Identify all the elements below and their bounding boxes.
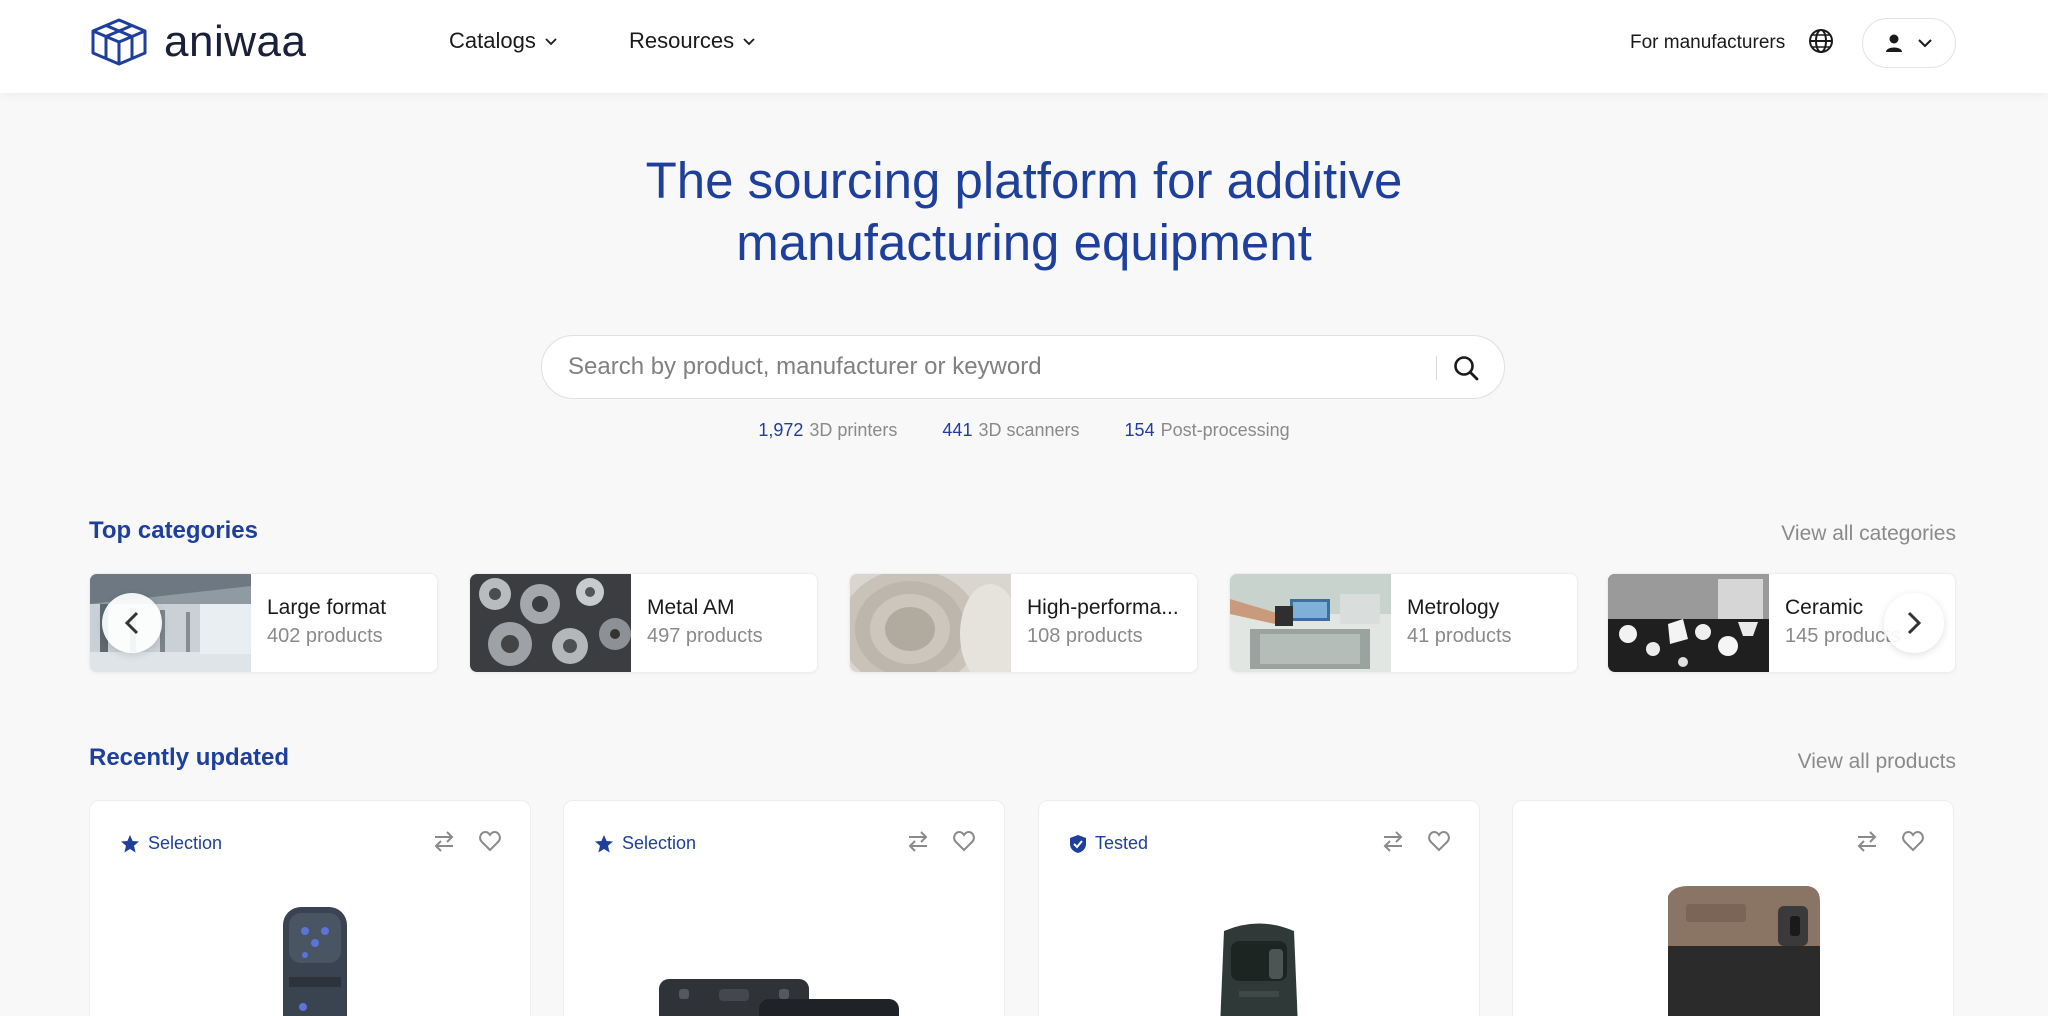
stat-3d-scanners[interactable]: 441 3D scanners xyxy=(942,420,1079,441)
product-image-desktop-scanner xyxy=(659,979,899,1016)
product-image-einscan-scanner xyxy=(1668,886,1820,1016)
nav-resources[interactable]: Resources xyxy=(629,28,756,54)
heart-icon[interactable] xyxy=(1901,829,1925,853)
tested-badge: Tested xyxy=(1069,833,1148,854)
category-count: 145 products xyxy=(1785,625,1901,647)
hero-title: The sourcing platform for additive manuf… xyxy=(524,150,1524,274)
card-actions xyxy=(1855,829,1925,853)
view-all-categories-link[interactable]: View all categories xyxy=(1781,522,1956,546)
category-name: Ceramic xyxy=(1785,596,1864,619)
brand-name: aniwaa xyxy=(164,17,307,66)
stat-label: Post-processing xyxy=(1160,420,1290,440)
hero-title-line2: manufacturing equipment xyxy=(736,214,1312,271)
user-icon xyxy=(1886,34,1902,52)
selection-badge: Selection xyxy=(120,833,222,854)
search-bar xyxy=(541,335,1505,399)
compare-icon[interactable] xyxy=(432,829,456,853)
search-divider xyxy=(1436,356,1437,380)
globe-icon[interactable] xyxy=(1808,28,1834,54)
category-image-metal-parts xyxy=(470,574,631,672)
badge-label: Selection xyxy=(148,833,223,853)
brand-logo[interactable]: aniwaa xyxy=(88,17,306,67)
category-count: 402 products xyxy=(267,625,383,647)
star-icon xyxy=(595,834,613,852)
chevron-left-icon xyxy=(124,611,139,635)
catalog-stats: 1,972 3D printers 441 3D scanners 154 Post-… xyxy=(0,420,2048,441)
star-icon xyxy=(121,834,139,852)
category-name: High-performa... xyxy=(1027,596,1179,619)
site-header: aniwaa Catalogs Resources For manufactur… xyxy=(0,0,2048,93)
hero-title-line1: The sourcing platform for additive xyxy=(645,152,1403,209)
compare-icon[interactable] xyxy=(906,829,930,853)
categories-carousel: Large format 402 products Metal AM 497 p… xyxy=(89,573,1959,673)
nav-resources-label: Resources xyxy=(629,28,735,53)
chevron-right-icon xyxy=(1907,611,1922,635)
carousel-next-button[interactable] xyxy=(1884,593,1944,653)
chevron-down-icon xyxy=(545,38,557,46)
category-count: 108 products xyxy=(1027,625,1143,647)
chevron-down-icon xyxy=(743,38,755,46)
view-all-products-link[interactable]: View all products xyxy=(1798,750,1956,774)
category-card-metrology[interactable]: Metrology 41 products xyxy=(1229,573,1578,673)
badge-label: Tested xyxy=(1095,833,1149,853)
heart-icon[interactable] xyxy=(478,829,502,853)
selection-badge: Selection xyxy=(594,833,696,854)
cube-logo-icon xyxy=(91,18,147,66)
carousel-prev-button[interactable] xyxy=(102,593,162,653)
card-actions xyxy=(432,829,502,853)
product-card[interactable]: Selection xyxy=(89,800,531,1016)
category-image-ceramic-parts xyxy=(1608,574,1769,672)
compare-icon[interactable] xyxy=(1381,829,1405,853)
nav-catalogs-label: Catalogs xyxy=(449,28,536,53)
category-card-high-performance[interactable]: High-performa... 108 products xyxy=(849,573,1198,673)
category-count: 41 products xyxy=(1407,625,1512,647)
product-image-3d-scanner xyxy=(1220,923,1298,1016)
account-menu-button[interactable] xyxy=(1862,18,1956,68)
category-card-metal-am[interactable]: Metal AM 497 products xyxy=(469,573,818,673)
search-icon[interactable] xyxy=(1452,354,1480,382)
category-name: Large format xyxy=(267,596,387,619)
heart-icon[interactable] xyxy=(1427,829,1451,853)
stat-post-processing[interactable]: 154 Post-processing xyxy=(1125,420,1290,441)
heart-icon[interactable] xyxy=(952,829,976,853)
product-image-handheld-scanner xyxy=(283,907,347,1016)
category-name: Metal AM xyxy=(647,596,735,619)
recently-updated-title: Recently updated xyxy=(89,744,290,771)
category-image-filament-spool xyxy=(850,574,1011,672)
card-actions xyxy=(1381,829,1451,853)
stat-label: 3D scanners xyxy=(978,420,1080,440)
nav-catalogs[interactable]: Catalogs xyxy=(449,28,558,54)
stat-value: 154 xyxy=(1124,420,1155,440)
stat-label: 3D printers xyxy=(809,420,898,440)
stat-value: 1,972 xyxy=(758,420,804,440)
search-input[interactable] xyxy=(568,336,1388,398)
top-categories-title: Top categories xyxy=(89,517,258,544)
shield-check-icon xyxy=(1070,834,1086,853)
category-count: 497 products xyxy=(647,625,763,647)
product-card[interactable]: Tested xyxy=(1038,800,1480,1016)
product-card[interactable] xyxy=(1512,800,1954,1016)
compare-icon[interactable] xyxy=(1855,829,1879,853)
stat-3d-printers[interactable]: 1,972 3D printers xyxy=(758,420,897,441)
category-image-metrology-scanner xyxy=(1230,574,1391,672)
category-name: Metrology xyxy=(1407,596,1500,619)
stat-value: 441 xyxy=(942,420,973,440)
for-manufacturers-link[interactable]: For manufacturers xyxy=(1630,32,1785,54)
chevron-down-icon xyxy=(1918,39,1932,48)
badge-label: Selection xyxy=(622,833,697,853)
card-actions xyxy=(906,829,976,853)
product-card[interactable]: Selection xyxy=(563,800,1005,1016)
